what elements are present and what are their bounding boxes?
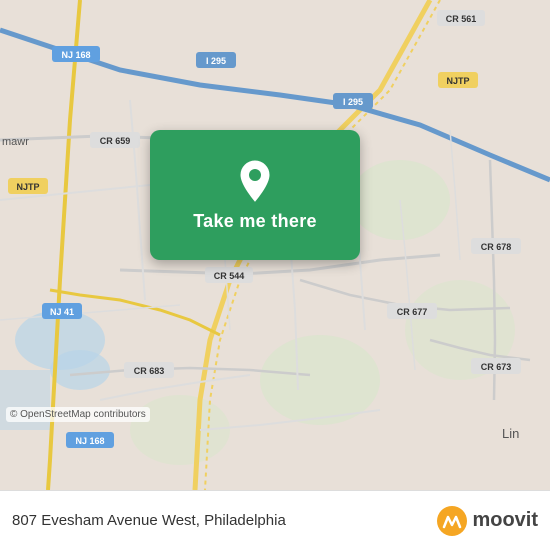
bottom-bar: 807 Evesham Avenue West, Philadelphia mo… xyxy=(0,490,550,550)
copyright-text: © OpenStreetMap contributors xyxy=(6,407,150,422)
svg-text:Lin: Lin xyxy=(502,426,519,441)
svg-text:CR 677: CR 677 xyxy=(397,307,428,317)
moovit-logo[interactable]: moovit xyxy=(436,505,538,537)
location-pin-icon xyxy=(236,159,274,203)
svg-text:CR 659: CR 659 xyxy=(100,136,131,146)
svg-text:CR 673: CR 673 xyxy=(481,362,512,372)
svg-text:CR 678: CR 678 xyxy=(481,242,512,252)
map-area: mawr NJ 168 I 295 CR 561 NJTP CR 659 I 2… xyxy=(0,0,550,490)
address-text: 807 Evesham Avenue West, Philadelphia xyxy=(12,512,286,529)
moovit-text: moovit xyxy=(472,509,538,532)
svg-text:I 295: I 295 xyxy=(206,56,226,66)
svg-text:NJTP: NJTP xyxy=(16,182,39,192)
moovit-logo-icon xyxy=(436,505,468,537)
svg-text:CR 683: CR 683 xyxy=(134,366,165,376)
take-me-there-card[interactable]: Take me there xyxy=(150,130,360,260)
svg-text:NJ 168: NJ 168 xyxy=(61,50,90,60)
svg-text:CR 544: CR 544 xyxy=(214,271,245,281)
svg-text:NJTP: NJTP xyxy=(446,76,469,86)
svg-text:NJ 168: NJ 168 xyxy=(75,436,104,446)
svg-text:I 295: I 295 xyxy=(343,97,363,107)
svg-text:mawr: mawr xyxy=(2,136,29,148)
take-me-there-label: Take me there xyxy=(193,211,317,232)
svg-text:NJ 41: NJ 41 xyxy=(50,307,74,317)
svg-text:CR 561: CR 561 xyxy=(446,14,477,24)
